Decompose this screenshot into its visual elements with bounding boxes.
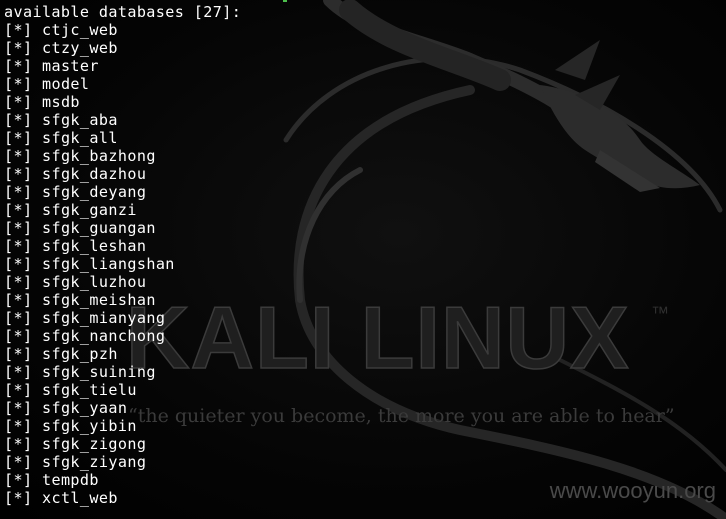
terminal-window[interactable]: KALI LINUX ™ “the quieter you become, th… xyxy=(0,0,726,519)
database-name: sfgk_suining xyxy=(41,363,156,381)
database-list-item: [*] sfgk_leshan xyxy=(4,237,241,255)
database-list-item: [*] sfgk_nanchong xyxy=(4,327,241,345)
list-item-prefix: [*] xyxy=(4,201,33,219)
database-name: sfgk_aba xyxy=(41,111,118,129)
database-list-item: [*] sfgk_pzh xyxy=(4,345,241,363)
database-name: sfgk_pzh xyxy=(41,345,118,363)
database-name: sfgk_meishan xyxy=(41,291,156,309)
database-name: ctjc_web xyxy=(41,21,118,39)
database-name: xctl_web xyxy=(41,489,118,507)
cursor-indicator xyxy=(283,0,287,2)
list-item-prefix: [*] xyxy=(4,57,33,75)
database-list-item: [*] sfgk_mianyang xyxy=(4,309,241,327)
database-list-item: [*] xctl_web xyxy=(4,489,241,507)
terminal-output: available databases [27]: [*] ctjc_web [*… xyxy=(4,3,241,507)
database-name: sfgk_tielu xyxy=(41,381,137,399)
list-item-prefix: [*] xyxy=(4,309,33,327)
database-name: sfgk_all xyxy=(41,129,118,147)
list-item-prefix: [*] xyxy=(4,399,33,417)
output-header: available databases [27]: xyxy=(4,3,242,21)
database-list-item: [*] model xyxy=(4,75,241,93)
list-item-prefix: [*] xyxy=(4,489,33,507)
database-list-item: [*] sfgk_suining xyxy=(4,363,241,381)
list-item-prefix: [*] xyxy=(4,165,33,183)
list-item-prefix: [*] xyxy=(4,381,33,399)
list-item-prefix: [*] xyxy=(4,255,33,273)
database-list-item: [*] tempdb xyxy=(4,471,241,489)
list-item-prefix: [*] xyxy=(4,183,33,201)
database-name: tempdb xyxy=(41,471,99,489)
database-name: master xyxy=(41,57,99,75)
wallpaper-trademark: ™ xyxy=(651,303,669,323)
database-list-item: [*] ctjc_web xyxy=(4,21,241,39)
database-list-item: [*] sfgk_guangan xyxy=(4,219,241,237)
database-list-item: [*] master xyxy=(4,57,241,75)
database-list-item: [*] sfgk_luzhou xyxy=(4,273,241,291)
database-list-item: [*] sfgk_yaan xyxy=(4,399,241,417)
database-name: sfgk_luzhou xyxy=(41,273,147,291)
database-list-item: [*] sfgk_ganzi xyxy=(4,201,241,219)
database-list-item: [*] sfgk_zigong xyxy=(4,435,241,453)
database-list-item: [*] ctzy_web xyxy=(4,39,241,57)
database-list-item: [*] sfgk_dazhou xyxy=(4,165,241,183)
database-name: sfgk_ganzi xyxy=(41,201,137,219)
list-item-prefix: [*] xyxy=(4,471,33,489)
list-item-prefix: [*] xyxy=(4,291,33,309)
list-item-prefix: [*] xyxy=(4,75,33,93)
database-list-item: [*] sfgk_deyang xyxy=(4,183,241,201)
database-list-item: [*] sfgk_tielu xyxy=(4,381,241,399)
list-item-prefix: [*] xyxy=(4,93,33,111)
watermark-site: www.wooyun.org xyxy=(549,478,716,503)
database-name: model xyxy=(41,75,90,93)
database-list-item: [*] sfgk_bazhong xyxy=(4,147,241,165)
database-list-item: [*] msdb xyxy=(4,93,241,111)
database-name: sfgk_yibin xyxy=(41,417,137,435)
list-item-prefix: [*] xyxy=(4,219,33,237)
database-name: sfgk_liangshan xyxy=(41,255,175,273)
list-item-prefix: [*] xyxy=(4,363,33,381)
database-list-item: [*] sfgk_aba xyxy=(4,111,241,129)
list-item-prefix: [*] xyxy=(4,237,33,255)
list-item-prefix: [*] xyxy=(4,435,33,453)
database-list-item: [*] sfgk_liangshan xyxy=(4,255,241,273)
database-list-item: [*] sfgk_yibin xyxy=(4,417,241,435)
database-name: sfgk_zigong xyxy=(41,435,147,453)
list-item-prefix: [*] xyxy=(4,21,33,39)
list-item-prefix: [*] xyxy=(4,453,33,471)
list-item-prefix: [*] xyxy=(4,273,33,291)
list-item-prefix: [*] xyxy=(4,111,33,129)
list-item-prefix: [*] xyxy=(4,129,33,147)
database-name: sfgk_leshan xyxy=(41,237,147,255)
list-item-prefix: [*] xyxy=(4,147,33,165)
database-list-item: [*] sfgk_meishan xyxy=(4,291,241,309)
database-name: sfgk_dazhou xyxy=(41,165,147,183)
database-name: ctzy_web xyxy=(41,39,118,57)
database-list-item: [*] sfgk_ziyang xyxy=(4,453,241,471)
database-name: sfgk_yaan xyxy=(41,399,128,417)
database-name: sfgk_ziyang xyxy=(41,453,147,471)
list-item-prefix: [*] xyxy=(4,327,33,345)
database-name: msdb xyxy=(41,93,80,111)
list-item-prefix: [*] xyxy=(4,345,33,363)
database-name: sfgk_nanchong xyxy=(41,327,166,345)
database-name: sfgk_mianyang xyxy=(41,309,166,327)
list-item-prefix: [*] xyxy=(4,417,33,435)
database-name: sfgk_bazhong xyxy=(41,147,156,165)
database-list-item: [*] sfgk_all xyxy=(4,129,241,147)
list-item-prefix: [*] xyxy=(4,39,33,57)
database-name: sfgk_deyang xyxy=(41,183,147,201)
database-name: sfgk_guangan xyxy=(41,219,156,237)
